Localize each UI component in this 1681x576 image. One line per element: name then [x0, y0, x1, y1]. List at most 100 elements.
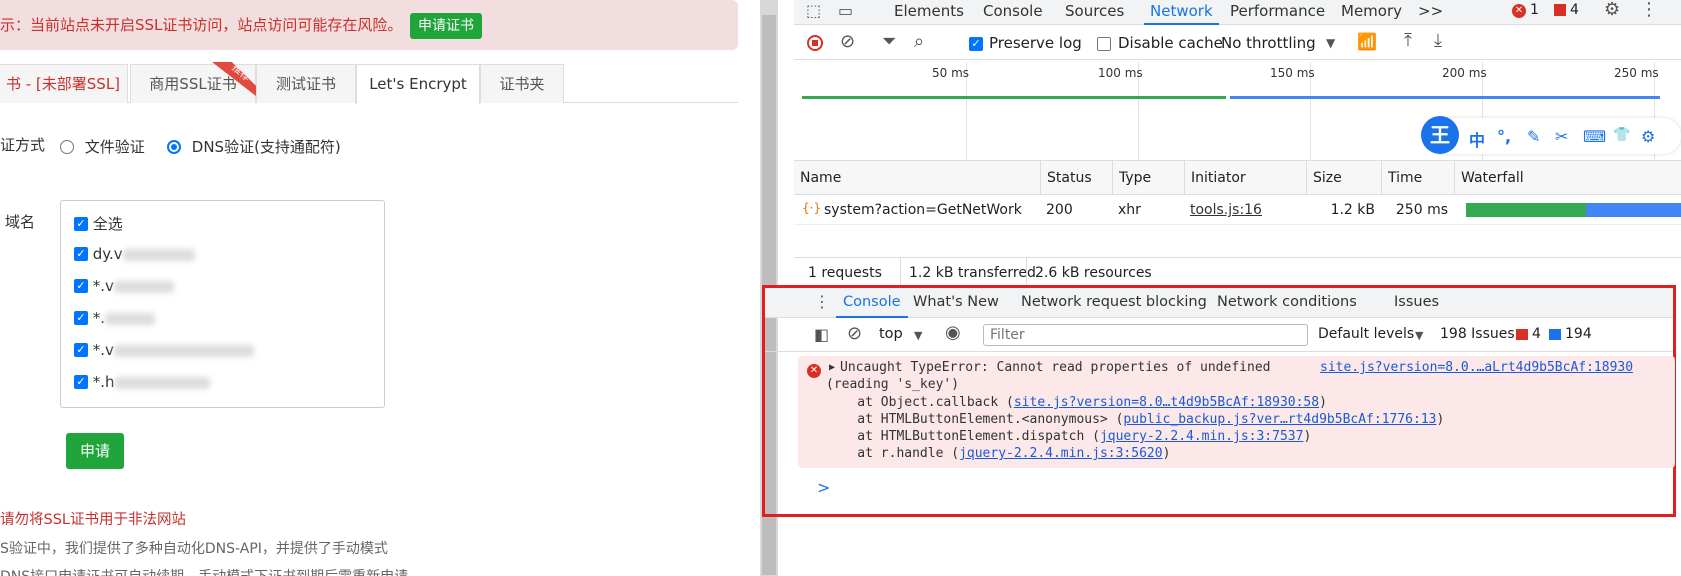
kebab-menu-icon[interactable]: ⋮: [1640, 1, 1658, 19]
tick-label: 200 ms: [1442, 66, 1487, 80]
clear-icon[interactable]: ⊘: [840, 33, 855, 51]
tab-elements[interactable]: Elements: [894, 0, 964, 25]
export-icon[interactable]: ⤓: [1434, 32, 1442, 50]
console-error-message[interactable]: ✕ ▶ Uncaught TypeError: Cannot read prop…: [798, 356, 1675, 468]
stack-link[interactable]: jquery-2.2.4.min.js:3:7537: [1100, 429, 1304, 444]
eye-icon[interactable]: ◉: [945, 324, 961, 342]
request-time: 250 ms: [1395, 202, 1448, 218]
tab-network[interactable]: Network: [1144, 0, 1219, 25]
clear-console-icon[interactable]: ⊘: [847, 325, 862, 343]
ime-settings-icon[interactable]: ⚙: [1641, 127, 1655, 146]
filter-icon[interactable]: ⏷: [882, 33, 896, 51]
error-line-2: (reading 's_key'): [826, 377, 960, 392]
ime-logo[interactable]: 王: [1421, 116, 1459, 154]
tab-performance[interactable]: Performance: [1230, 0, 1325, 25]
tab-test-cert[interactable]: 测试证书: [256, 64, 356, 103]
record-stop-icon[interactable]: [807, 35, 823, 51]
chevron-down-icon[interactable]: ▼: [1415, 327, 1423, 345]
redacted-text: [113, 280, 174, 293]
chevron-down-icon[interactable]: ▼: [1326, 34, 1335, 52]
domain-item[interactable]: ✓ *.v: [74, 277, 174, 295]
request-status: 200: [1046, 202, 1073, 218]
col-time[interactable]: Time: [1381, 161, 1454, 195]
stack-link[interactable]: jquery-2.2.4.min.js:3:5620: [959, 446, 1163, 461]
check-icon[interactable]: ✓: [74, 310, 88, 325]
request-type: xhr: [1118, 202, 1141, 218]
error-line-1: Uncaught TypeError: Cannot read properti…: [840, 360, 1271, 375]
domain-item[interactable]: ✓ *.: [74, 309, 156, 327]
col-size[interactable]: Size: [1306, 161, 1381, 195]
device-toolbar-icon[interactable]: ▭: [838, 2, 853, 20]
ime-skin-icon[interactable]: 👕: [1613, 127, 1630, 143]
more-tabs-icon[interactable]: >>: [1418, 0, 1443, 25]
preserve-log-checkbox[interactable]: ✓: [969, 37, 983, 51]
check-icon[interactable]: ✓: [74, 216, 88, 231]
radio-dns[interactable]: [167, 139, 181, 154]
sidebar-toggle-icon[interactable]: ◧: [814, 326, 829, 344]
issues-label[interactable]: 198 Issues:: [1440, 326, 1519, 342]
verify-dns-option[interactable]: DNS验证(支持通配符): [167, 136, 341, 157]
domain-item[interactable]: ✓ *.h: [74, 373, 210, 391]
check-icon[interactable]: ✓: [74, 374, 88, 389]
tab-request-blocking[interactable]: Network request blocking: [1021, 288, 1207, 318]
tab-current-cert[interactable]: 书 - [未部署SSL]: [0, 64, 128, 103]
ime-punct-icon[interactable]: °,: [1497, 127, 1511, 146]
col-type[interactable]: Type: [1112, 161, 1184, 195]
console-prompt[interactable]: >: [817, 478, 830, 497]
drawer-tabbar: ⋮ Console What's New Network request blo…: [765, 288, 1673, 318]
console-filter-input[interactable]: [983, 324, 1308, 346]
tab-console-drawer[interactable]: Console: [836, 288, 908, 318]
tick-label: 100 ms: [1098, 66, 1143, 80]
ime-scissors-icon[interactable]: ✂: [1555, 127, 1568, 146]
drawer-menu-icon[interactable]: ⋮: [814, 293, 830, 311]
tab-whats-new[interactable]: What's New: [913, 288, 999, 318]
tab-lets-encrypt[interactable]: Let's Encrypt: [356, 64, 480, 104]
check-icon[interactable]: ✓: [74, 278, 88, 293]
apply-button[interactable]: 申请: [66, 433, 124, 469]
col-initiator[interactable]: Initiator: [1184, 161, 1306, 195]
col-status[interactable]: Status: [1040, 161, 1112, 195]
throttling-select[interactable]: No throttling: [1221, 34, 1316, 52]
verify-file-option[interactable]: 文件验证: [60, 136, 145, 157]
table-row[interactable]: {·} system?action=GetNetWork 200 xhr too…: [794, 195, 1681, 225]
stack-link[interactable]: site.js?version=8.0…t4d9b5BcAf:18930:58: [1014, 395, 1319, 410]
domain-item[interactable]: ✓ dy.v: [74, 245, 195, 263]
apply-cert-button[interactable]: 申请证书: [410, 13, 482, 39]
tab-cert-folder[interactable]: 证书夹: [480, 64, 564, 103]
domain-select-all[interactable]: ✓ 全选: [74, 213, 123, 234]
ime-pen-icon[interactable]: ✎: [1527, 127, 1540, 146]
waterfall-bar-waiting: [1466, 203, 1586, 217]
tab-network-conditions[interactable]: Network conditions: [1217, 288, 1357, 318]
check-icon[interactable]: ✓: [74, 246, 88, 261]
chevron-down-icon[interactable]: ▼: [914, 327, 922, 345]
expand-triangle-icon[interactable]: ▶: [829, 362, 835, 373]
verify-method-label: 证方式: [0, 136, 46, 154]
inspect-icon[interactable]: ⬚: [806, 2, 821, 20]
context-select[interactable]: top: [879, 326, 903, 342]
tab-issues[interactable]: Issues: [1394, 288, 1439, 318]
tab-memory[interactable]: Memory: [1341, 0, 1402, 25]
request-initiator[interactable]: tools.js:16: [1184, 195, 1262, 225]
issue-flag-icon[interactable]: [1554, 4, 1566, 16]
search-icon[interactable]: ⌕: [914, 33, 924, 51]
error-source-link[interactable]: site.js?version=8.0.…aLrt4d9b5BcAf:18930: [1320, 360, 1633, 375]
network-conditions-icon[interactable]: 📶: [1357, 33, 1377, 51]
request-name[interactable]: system?action=GetNetWork: [818, 195, 1022, 225]
col-name[interactable]: Name: [794, 161, 1040, 195]
tab-console[interactable]: Console: [983, 0, 1043, 25]
domain-item[interactable]: ✓ *.v: [74, 341, 254, 359]
domain-label: 域名: [5, 213, 36, 231]
ime-chinese-icon[interactable]: 中: [1469, 127, 1485, 151]
error-icon[interactable]: ✕: [1512, 4, 1526, 18]
tab-sources[interactable]: Sources: [1065, 0, 1124, 25]
import-icon[interactable]: ⤒: [1404, 32, 1412, 50]
disable-cache-checkbox[interactable]: [1097, 37, 1111, 51]
radio-file[interactable]: [60, 139, 74, 154]
settings-icon[interactable]: ⚙: [1604, 1, 1620, 19]
check-icon[interactable]: ✓: [74, 342, 88, 357]
ime-keyboard-icon[interactable]: ⌨: [1583, 127, 1606, 146]
log-levels-select[interactable]: Default levels: [1318, 326, 1414, 342]
col-waterfall[interactable]: Waterfall: [1454, 161, 1681, 195]
waterfall-bar-download: [1586, 203, 1681, 217]
stack-link[interactable]: public_backup.js?ver…rt4d9b5BcAf:1776:13: [1123, 412, 1436, 427]
